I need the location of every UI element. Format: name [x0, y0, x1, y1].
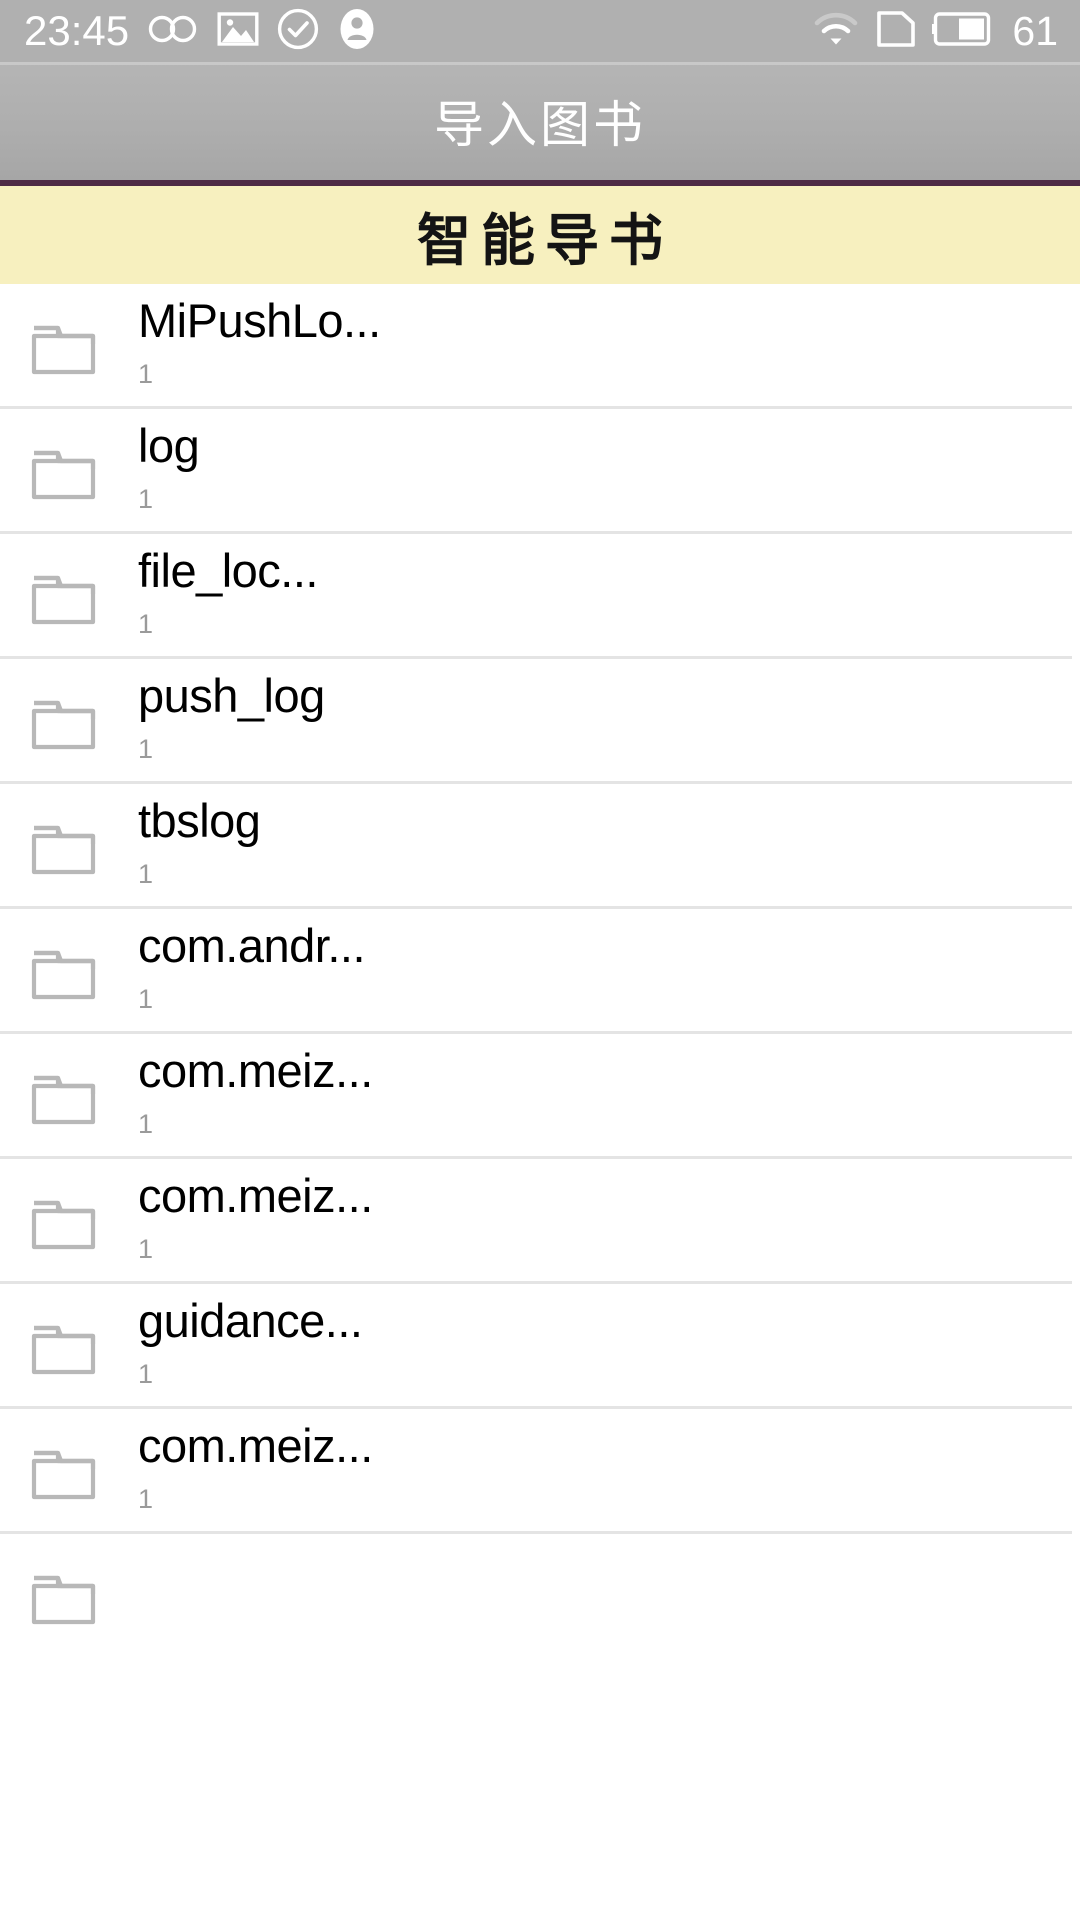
list-item-text: com.meiz... 1	[138, 1418, 373, 1521]
list-item[interactable]: log 1	[0, 409, 1080, 534]
folder-name: push_log	[138, 668, 325, 722]
folder-name: com.meiz...	[138, 1043, 373, 1097]
list-item-text: push_log 1	[138, 668, 325, 771]
status-bar-right-group: 61	[812, 7, 1058, 56]
list-item-text: guidance... 1	[138, 1293, 363, 1396]
list-item[interactable]: com.andr... 1	[0, 909, 1080, 1034]
list-item[interactable]: MiPushLo... 1	[0, 284, 1080, 409]
list-item[interactable]: guidance... 1	[0, 1284, 1080, 1409]
folder-icon	[0, 437, 138, 507]
list-item-text: com.andr... 1	[138, 918, 366, 1021]
folder-name: log	[138, 418, 200, 472]
battery-percentage: 61	[1012, 7, 1058, 54]
smart-import-banner: 智能导书	[0, 180, 1080, 284]
folder-count: 1	[138, 1358, 154, 1389]
list-item[interactable]: tbslog 1	[0, 784, 1080, 909]
wifi-icon	[812, 9, 860, 54]
list-item[interactable]: push_log 1	[0, 659, 1080, 784]
folder-count: 1	[138, 1233, 154, 1264]
list-item-text: file_loc... 1	[138, 543, 318, 646]
list-item-text: com.meiz... 1	[138, 1168, 373, 1271]
folder-name: MiPushLo...	[138, 293, 381, 347]
folder-count: 1	[138, 733, 154, 764]
folder-icon	[0, 1062, 138, 1132]
list-item[interactable]	[0, 1534, 1080, 1659]
folder-icon	[0, 562, 138, 632]
banner-title: 智能导书	[417, 206, 673, 273]
folder-icon	[0, 812, 138, 882]
status-bar: 23:45 61	[0, 0, 1080, 62]
folder-icon	[0, 687, 138, 757]
folder-count: 1	[138, 858, 154, 889]
infinity-icon	[147, 9, 199, 54]
folder-name: guidance...	[138, 1293, 363, 1347]
list-item-text: com.meiz... 1	[138, 1043, 373, 1146]
folder-icon	[0, 1312, 138, 1382]
folder-icon	[0, 937, 138, 1007]
folder-list[interactable]: MiPushLo... 1 log 1 file_loc... 1 push_l…	[0, 284, 1080, 1659]
folder-icon	[0, 1437, 138, 1507]
list-item[interactable]: com.meiz... 1	[0, 1034, 1080, 1159]
list-item[interactable]: file_loc... 1	[0, 534, 1080, 659]
folder-name: file_loc...	[138, 543, 318, 597]
folder-icon	[0, 1187, 138, 1257]
folder-count: 1	[138, 483, 154, 514]
account-icon	[337, 7, 377, 56]
folder-name: com.meiz...	[138, 1418, 373, 1472]
list-item[interactable]: com.meiz... 1	[0, 1409, 1080, 1534]
photo-icon	[217, 9, 259, 54]
folder-count: 1	[138, 983, 154, 1014]
check-circle-icon	[277, 8, 319, 55]
list-item-text: MiPushLo... 1	[138, 293, 381, 396]
status-bar-clock: 23:45	[24, 7, 130, 54]
folder-count: 1	[138, 358, 154, 389]
folder-icon	[0, 312, 138, 382]
folder-icon	[0, 1562, 138, 1632]
page-title: 导入图书	[434, 96, 646, 154]
folder-count: 1	[138, 608, 154, 639]
status-bar-left-group: 23:45	[24, 7, 377, 56]
folder-count: 1	[138, 1483, 154, 1514]
list-item[interactable]: com.meiz... 1	[0, 1159, 1080, 1284]
list-item-text: log 1	[138, 418, 200, 521]
folder-name: com.andr...	[138, 918, 366, 972]
battery-icon	[932, 8, 994, 55]
folder-name: com.meiz...	[138, 1168, 373, 1222]
sim-card-icon	[876, 7, 916, 56]
list-item-text: tbslog 1	[138, 793, 261, 896]
folder-count: 1	[138, 1108, 154, 1139]
app-title-bar: 导入图书	[0, 62, 1080, 180]
folder-name: tbslog	[138, 793, 261, 847]
